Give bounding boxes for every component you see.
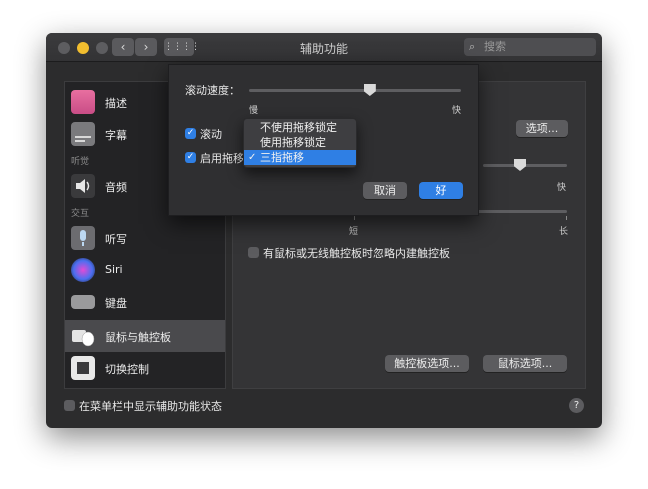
- keyboard-icon: [71, 295, 95, 309]
- menu-item-label: 不使用拖移锁定: [260, 121, 337, 134]
- audio-icon: [71, 174, 95, 198]
- short-label: 短: [349, 227, 359, 237]
- scroll-speed-label: 滚动速度：: [185, 84, 240, 97]
- sidebar-item-label: 描述: [105, 97, 127, 110]
- captions-icon: [71, 122, 95, 146]
- sidebar-item-label: 听写: [105, 233, 127, 246]
- sidebar-item-label: 切换控制: [105, 363, 149, 376]
- slider-tick: [354, 216, 355, 220]
- back-button[interactable]: ‹: [112, 38, 134, 56]
- chevron-right-icon: ›: [143, 40, 149, 54]
- mouse-trackpad-glyph: [72, 330, 95, 347]
- scroll-speed-slider[interactable]: [249, 89, 461, 92]
- sidebar-item-label: 音频: [105, 181, 127, 194]
- scroll-checkbox[interactable]: ✓: [185, 128, 196, 139]
- sidebar-item-label: 鼠标与触控板: [105, 331, 171, 344]
- enable-drag-label: 启用拖移: [200, 152, 244, 165]
- help-button[interactable]: ?: [569, 398, 584, 413]
- long-label: 长: [559, 227, 569, 237]
- menu-item-no-drag-lock[interactable]: 不使用拖移锁定: [244, 120, 356, 135]
- close-button[interactable]: [58, 42, 70, 54]
- ignore-trackpad-label: 有鼠标或无线触控板时忽略内建触控板: [263, 247, 450, 260]
- checkmark-icon: ✓: [248, 152, 257, 163]
- scroll-speed-thumb[interactable]: [363, 84, 376, 96]
- dictation-icon: [71, 226, 95, 250]
- menu-item-three-finger-drag[interactable]: ✓ 三指拖移: [244, 150, 356, 165]
- double-click-speed-thumb[interactable]: [514, 159, 526, 171]
- drag-mode-menu: 不使用拖移锁定 使用拖移锁定 ✓ 三指拖移: [243, 118, 357, 168]
- show-status-label: 在菜单栏中显示辅助功能状态: [79, 400, 222, 413]
- menu-item-label: 三指拖移: [260, 151, 304, 164]
- grid-icon: ⋮⋮⋮⋮: [164, 42, 200, 52]
- scroll-label: 滚动: [200, 128, 222, 141]
- minimize-button[interactable]: [77, 42, 89, 54]
- sidebar-item-label: 键盘: [105, 297, 127, 310]
- options-button[interactable]: 选项...: [516, 120, 568, 137]
- fast-label: 快: [452, 106, 462, 116]
- zoom-button[interactable]: [96, 42, 108, 54]
- search-placeholder: 搜索: [484, 40, 506, 53]
- ok-button[interactable]: 好: [419, 182, 463, 199]
- sidebar-item-switch-control[interactable]: 切换控制: [65, 352, 225, 384]
- sidebar-item-keyboard[interactable]: 键盘: [65, 286, 225, 318]
- search-field[interactable]: ⌕ 搜索: [464, 38, 596, 56]
- trackpad-options-button[interactable]: 触控板选项...: [385, 355, 469, 372]
- fast-label: 快: [557, 183, 567, 193]
- microphone-glyph: [80, 230, 86, 246]
- section-interaction: 交互: [71, 209, 90, 219]
- mouse-trackpad-icon: [71, 324, 95, 348]
- ignore-trackpad-checkbox[interactable]: [248, 247, 259, 258]
- mouse-options-button[interactable]: 鼠标选项...: [483, 355, 567, 372]
- sidebar-item-dictation[interactable]: 听写: [65, 222, 225, 254]
- show-all-button[interactable]: ⋮⋮⋮⋮: [164, 38, 200, 56]
- sidebar-item-label: 字幕: [105, 129, 127, 142]
- siri-icon: [71, 258, 95, 282]
- description-icon: [71, 90, 95, 114]
- switch-control-icon: [71, 356, 95, 380]
- speaker-glyph: [76, 179, 90, 193]
- menu-item-drag-lock[interactable]: 使用拖移锁定: [244, 135, 356, 150]
- slider-tick: [566, 216, 567, 220]
- forward-button[interactable]: ›: [135, 38, 157, 56]
- sidebar-item-siri[interactable]: Siri: [65, 254, 225, 286]
- menu-item-label: 使用拖移锁定: [260, 136, 326, 149]
- window-title: 辅助功能: [299, 42, 348, 56]
- section-hearing: 听觉: [71, 157, 90, 167]
- captions-glyph: [75, 136, 91, 142]
- switch-glyph: [77, 362, 89, 374]
- enable-drag-checkbox[interactable]: ✓: [185, 152, 196, 163]
- sidebar-item-mouse-trackpad[interactable]: 鼠标与触控板: [65, 320, 225, 352]
- show-status-checkbox[interactable]: [64, 400, 75, 411]
- search-icon: ⌕: [469, 40, 476, 53]
- cancel-button[interactable]: 取消: [363, 182, 407, 199]
- title-bar: ‹ › ⋮⋮⋮⋮ 辅助功能 ⌕ 搜索: [46, 33, 602, 62]
- chevron-left-icon: ‹: [120, 40, 126, 54]
- sidebar-item-label: Siri: [105, 263, 123, 276]
- slow-label: 慢: [249, 106, 259, 116]
